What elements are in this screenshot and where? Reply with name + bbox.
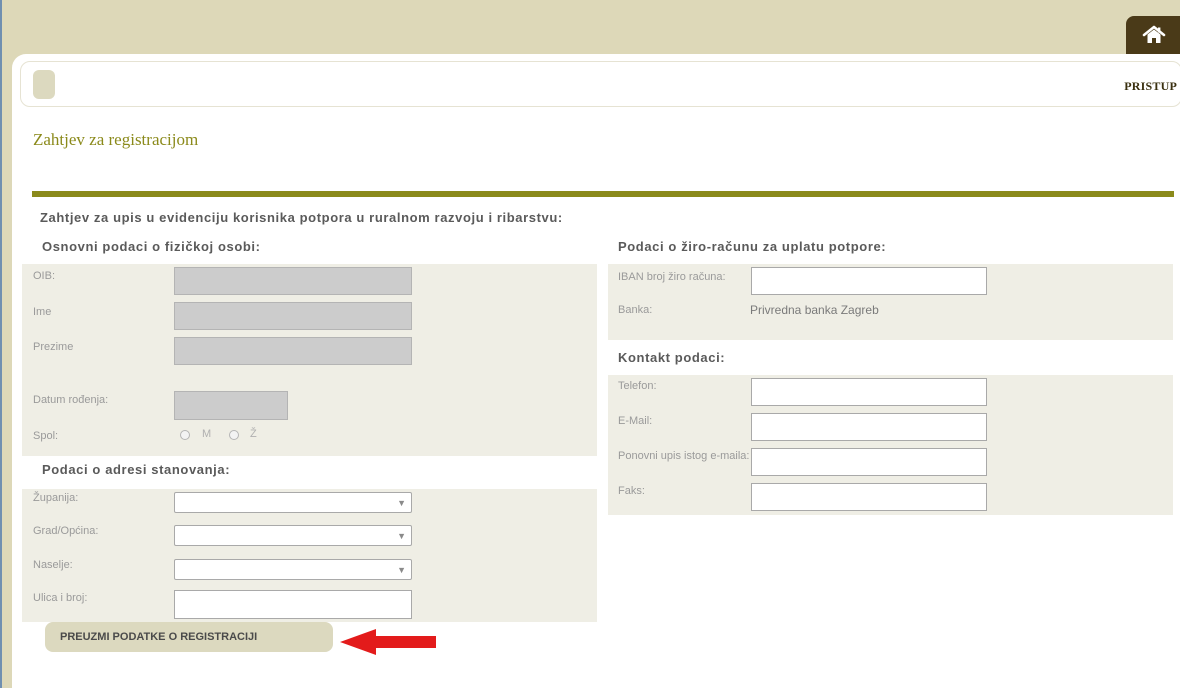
personal-data-panel: OIB: Ime Prezime Datum rođenja: Spol: M …: [22, 264, 597, 456]
nav-pill: [33, 70, 55, 99]
personal-data-heading: Osnovni podaci o fizičkoj osobi:: [42, 239, 261, 254]
address-panel: Županija: ▼ Grad/Općina: ▼ Naselje: ▼ Ul…: [22, 489, 597, 622]
bank-account-panel: IBAN broj žiro računa: Banka: Privredna …: [608, 264, 1173, 340]
spol-m-radio[interactable]: [180, 430, 190, 440]
spol-m-label: M: [202, 428, 212, 440]
chevron-down-icon: ▼: [397, 531, 406, 541]
red-arrow-icon: [340, 629, 436, 655]
iban-label: IBAN broj žiro računa:: [618, 271, 726, 283]
ime-field[interactable]: [174, 302, 412, 330]
ime-label: Ime: [33, 306, 52, 318]
zupanija-select[interactable]: ▼: [174, 492, 412, 513]
naselje-select[interactable]: ▼: [174, 559, 412, 580]
naselje-label: Naselje:: [33, 559, 73, 571]
download-registration-button[interactable]: PREUZMI PODATKE O REGISTRACIJI: [45, 622, 333, 652]
spol-z-radio[interactable]: [229, 430, 239, 440]
email-label: E-Mail:: [618, 415, 653, 427]
email-repeat-field[interactable]: [751, 448, 987, 476]
pristup-link[interactable]: PRISTUP: [1124, 79, 1177, 94]
iban-field[interactable]: [751, 267, 987, 295]
content-page: PRISTUP Zahtjev za registracijom Zahtjev…: [12, 54, 1180, 688]
grad-opcina-label: Grad/Općina:: [33, 525, 99, 537]
spol-label: Spol:: [33, 430, 59, 442]
banka-value: Privredna banka Zagreb: [750, 303, 879, 317]
datum-rodjenja-label: Datum rođenja:: [33, 394, 109, 406]
oib-field[interactable]: [174, 267, 412, 295]
title-divider: [32, 191, 1174, 197]
chevron-down-icon: ▼: [397, 565, 406, 575]
zupanija-label: Županija:: [33, 492, 79, 504]
email-field[interactable]: [751, 413, 987, 441]
oib-label: OIB:: [33, 270, 56, 282]
faks-field[interactable]: [751, 483, 987, 511]
prezime-field[interactable]: [174, 337, 412, 365]
contact-heading: Kontakt podaci:: [618, 350, 726, 365]
chevron-down-icon: ▼: [397, 498, 406, 508]
bank-account-heading: Podaci o žiro-računu za uplatu potpore:: [618, 239, 887, 254]
home-button[interactable]: [1126, 16, 1180, 54]
page-title: Zahtjev za registracijom: [33, 130, 199, 149]
datum-rodjenja-field[interactable]: [174, 391, 288, 420]
home-icon: [1142, 25, 1166, 43]
contact-panel: Telefon: E-Mail: Ponovni upis istog e-ma…: [608, 375, 1173, 515]
telefon-field[interactable]: [751, 378, 987, 406]
app-frame: PRISTUP Zahtjev za registracijom Zahtjev…: [0, 0, 1180, 688]
ulica-broj-label: Ulica i broj:: [33, 592, 88, 604]
ulica-broj-field[interactable]: [174, 590, 412, 619]
email-repeat-label: Ponovni upis istog e-maila:: [618, 450, 750, 462]
prezime-label: Prezime: [33, 341, 74, 353]
spol-z-label: Ž: [250, 428, 257, 440]
address-heading: Podaci o adresi stanovanja:: [42, 462, 231, 477]
faks-label: Faks:: [618, 485, 645, 497]
grad-opcina-select[interactable]: ▼: [174, 525, 412, 546]
banka-label: Banka:: [618, 304, 653, 316]
form-heading: Zahtjev za upis u evidenciju korisnika p…: [40, 210, 563, 225]
top-nav-bar: PRISTUP: [20, 61, 1180, 107]
telefon-label: Telefon:: [618, 380, 657, 392]
